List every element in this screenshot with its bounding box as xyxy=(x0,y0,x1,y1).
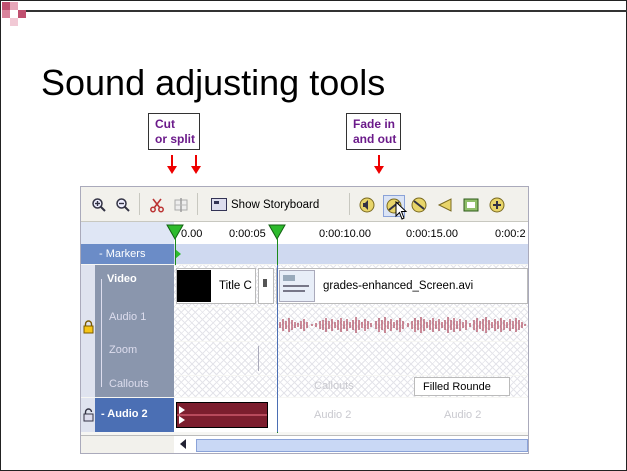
video-track-row[interactable]: Title C grades-enhanced_Screen.avi xyxy=(174,265,528,307)
toolbar-divider xyxy=(139,193,140,215)
decor-square xyxy=(10,2,18,10)
split-icon[interactable] xyxy=(171,195,191,215)
audio2-ghost-label: Audio 2 xyxy=(444,409,482,421)
markers-track-header[interactable]: - Markers xyxy=(81,244,174,264)
lock-icon[interactable] xyxy=(83,320,94,337)
filled-rounded-callout-label: Filled Rounde xyxy=(423,380,491,393)
cut-split-callout-text: Cut or split xyxy=(155,117,196,146)
clip-edge-handle[interactable] xyxy=(258,268,274,304)
scrollbar-thumb[interactable] xyxy=(196,439,528,452)
zoom-out-icon[interactable] xyxy=(113,195,133,215)
video-lock-column xyxy=(81,265,95,397)
zoom-track-label: Zoom xyxy=(109,344,138,356)
add-clip-icon[interactable] xyxy=(487,195,507,215)
timeline-scrollbar[interactable] xyxy=(174,435,528,453)
audio1-track-label: Audio 1 xyxy=(109,311,147,323)
fade-out-icon[interactable] xyxy=(409,195,429,215)
selection-boundary-line xyxy=(277,265,278,432)
video-clip[interactable]: grades-enhanced_Screen.avi xyxy=(276,268,528,304)
timeline-toolbar: Show Storyboard xyxy=(81,187,528,222)
fade-arrow-head xyxy=(374,166,384,174)
zoom-in-icon[interactable] xyxy=(89,195,109,215)
timeline-ruler[interactable]: 0.00 0:00:05 0:00:10.00 0:00:15.00 0:00:… xyxy=(81,222,528,244)
ruler-tick-label: 0.00 xyxy=(181,228,203,240)
callouts-track-row[interactable]: Callouts Filled Rounde xyxy=(174,376,528,397)
callouts-track-label: Callouts xyxy=(109,378,149,390)
unlock-icon[interactable] xyxy=(83,408,94,425)
video-track-label: Video xyxy=(107,273,137,285)
markers-track: - Markers xyxy=(81,244,528,264)
title-clip-label: Title C xyxy=(219,280,252,292)
ruler-tick-label: 0:00:15.00 xyxy=(406,228,458,240)
decor-square xyxy=(2,10,10,18)
cut-icon[interactable] xyxy=(147,195,167,215)
ruler-tick-label: 0:00:05 xyxy=(229,228,266,240)
video-clip-label: grades-enhanced_Screen.avi xyxy=(323,280,474,292)
split-arrow-head xyxy=(191,166,201,174)
decor-square xyxy=(18,10,26,18)
scroll-left-icon[interactable] xyxy=(180,439,186,449)
fade-callout: Fade in and out xyxy=(346,113,402,150)
clip-properties-icon[interactable] xyxy=(461,195,481,215)
zoom-segment[interactable] xyxy=(174,346,259,371)
cut-arrow-head xyxy=(167,166,177,174)
show-storyboard-button[interactable]: Show Storyboard xyxy=(211,195,319,214)
timeline-scroll-left-pad xyxy=(81,435,174,453)
filled-rounded-callout-clip[interactable]: Filled Rounde xyxy=(414,377,510,396)
decor-square xyxy=(2,2,10,10)
cut-split-callout: Cut or split xyxy=(148,113,201,150)
fade-callout-text: Fade in and out xyxy=(353,117,397,146)
slide-title: Sound adjusting tools xyxy=(41,62,386,103)
ruler-tick-label: 0:00:2 xyxy=(495,228,526,240)
title-clip[interactable]: Title C xyxy=(176,268,256,304)
slide-header-decoration xyxy=(0,0,627,40)
silence-icon[interactable] xyxy=(435,195,455,215)
markers-track-label: - Markers xyxy=(99,248,146,260)
storyboard-icon xyxy=(211,198,227,211)
ruler-tick-label: 0:00:10.00 xyxy=(319,228,371,240)
audio2-track-label: - Audio 2 xyxy=(101,408,148,420)
audio1-track-row[interactable] xyxy=(174,308,528,341)
editor-window: Show Storyboard 0.00 0:00:05 0:00:10.00 xyxy=(80,186,529,454)
audio2-track-row[interactable]: Audio 2 Audio 2 xyxy=(174,398,528,432)
decor-square xyxy=(10,18,18,26)
audio1-waveform[interactable] xyxy=(278,308,528,341)
show-storyboard-label: Show Storyboard xyxy=(231,198,320,211)
toolbar-divider xyxy=(349,193,350,215)
audio2-lock-column xyxy=(81,398,95,432)
audio2-clip[interactable] xyxy=(176,402,268,428)
toolbar-divider xyxy=(197,193,198,215)
selection-start-line xyxy=(175,237,176,265)
volume-down-icon[interactable] xyxy=(357,195,377,215)
audio2-ghost-label: Audio 2 xyxy=(314,409,352,421)
callouts-ghost-label: Callouts xyxy=(314,380,354,392)
ruler-header xyxy=(81,222,174,244)
video-clip-thumbnail xyxy=(279,270,315,302)
mouse-cursor-icon xyxy=(395,200,409,224)
header-rule xyxy=(26,10,627,12)
zoom-track-row[interactable] xyxy=(174,342,528,375)
track-bracket xyxy=(101,279,108,387)
title-clip-thumbnail xyxy=(177,270,211,302)
